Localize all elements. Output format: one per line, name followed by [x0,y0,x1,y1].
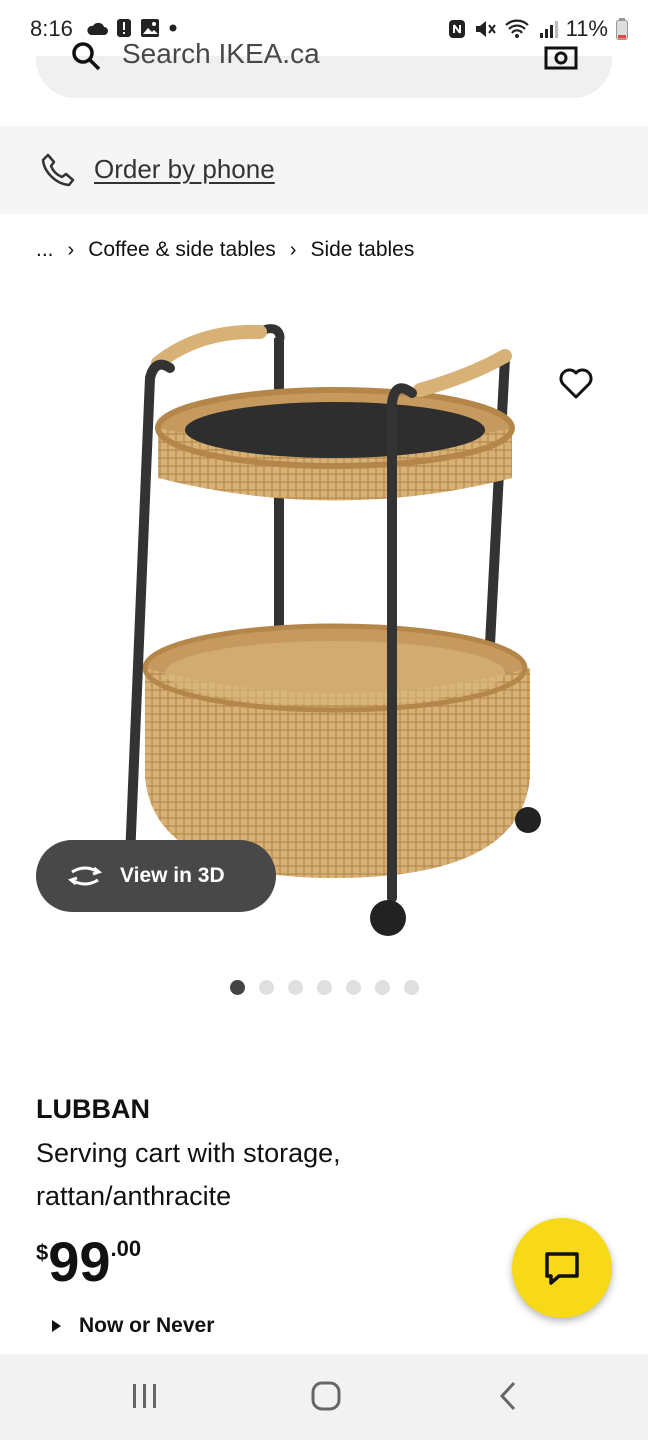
chevron-right-icon: › [289,238,297,261]
product-description: Serving cart with storage, rattan/anthra… [36,1138,341,1211]
wishlist-heart-icon[interactable] [558,366,594,405]
search-icon[interactable] [70,40,102,77]
mute-icon [475,21,496,37]
now-or-never-tag[interactable]: Now or Never [52,1314,214,1338]
nfc-icon [448,20,465,38]
back-icon[interactable] [496,1380,520,1417]
carousel-dot[interactable] [288,980,303,995]
signal-icon [539,21,558,38]
status-time: 8:16 [30,16,73,41]
product-name: LUBBAN [36,1094,150,1124]
carousel-dot[interactable] [404,980,419,995]
product-price: $ 99 .00 [36,1232,141,1292]
play-arrow-icon [52,1320,61,1332]
carousel-dot[interactable] [346,980,361,995]
recents-icon[interactable] [130,1382,160,1415]
view-in-3d-button[interactable]: View in 3D [36,840,276,912]
dot-icon [169,24,177,32]
rotate-icon [66,863,104,889]
cloud-icon [87,22,108,35]
price-decimal: .00 [110,1236,142,1261]
breadcrumb-item-coffee-side-tables[interactable]: Coffee & side tables [88,238,276,262]
chat-icon [545,1252,579,1285]
tag-label: Now or Never [79,1314,215,1337]
price-integer: 99 [48,1230,111,1293]
carousel-dot[interactable] [375,980,390,995]
image-carousel-dots[interactable] [230,980,419,995]
camera-icon[interactable] [544,44,578,75]
chevron-right-icon: › [67,238,75,261]
carousel-dot[interactable] [259,980,274,995]
home-icon[interactable] [310,1380,342,1417]
chat-button[interactable] [512,1218,612,1318]
view-in-3d-label: View in 3D [120,864,225,887]
breadcrumb-item-side-tables[interactable]: Side tables [310,238,414,262]
search-input[interactable]: Search IKEA.ca [122,38,320,70]
carousel-dot[interactable] [317,980,332,995]
battery-icon [616,18,628,40]
wifi-icon [504,19,529,38]
order-by-phone-link[interactable]: Order by phone [94,154,275,185]
image-icon [141,19,159,37]
alert-icon [117,19,131,37]
breadcrumb-ellipsis[interactable]: ... [36,238,54,262]
price-currency: $ [36,1240,49,1265]
battery-percent: 11% [565,16,608,41]
carousel-dot[interactable] [230,980,245,995]
phone-icon [40,152,76,193]
breadcrumb: ... › Coffee & side tables › Side tables [36,238,414,262]
